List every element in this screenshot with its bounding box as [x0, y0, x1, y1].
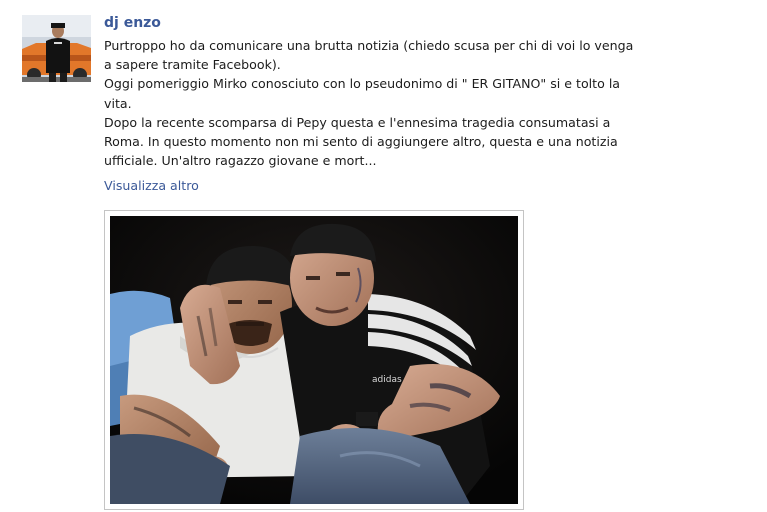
- message-line: Dopo la recente scomparsa di Pepy questa…: [104, 114, 611, 130]
- post-content: dj enzo Purtroppo ho da comunicare una b…: [104, 14, 664, 194]
- author-avatar[interactable]: [22, 15, 91, 82]
- avatar-image: [22, 15, 91, 82]
- message-line: vita.: [104, 95, 132, 111]
- jacket-logo-text: adidas: [372, 375, 402, 385]
- message-line: Purtroppo ho da comunicare una brutta no…: [104, 38, 634, 53]
- post-message: Purtroppo ho da comunicare una brutta no…: [104, 36, 664, 170]
- message-line: Roma. In questo momento non mi sento di …: [104, 134, 618, 150]
- post-photo-link[interactable]: adidas: [104, 210, 524, 510]
- post-photo: adidas: [110, 216, 518, 504]
- message-line: ufficiale. Un'altro ragazzo giovane e mo…: [104, 153, 377, 169]
- photo-image: adidas: [110, 216, 518, 504]
- message-line: a sapere tramite Facebook).: [104, 57, 281, 73]
- see-more-link[interactable]: Visualizza altro: [104, 177, 199, 194]
- message-line: Oggi pomeriggio Mirko conosciuto con lo …: [104, 76, 621, 92]
- author-name-link[interactable]: dj enzo: [104, 14, 664, 32]
- facebook-post: dj enzo Purtroppo ho da comunicare una b…: [0, 0, 767, 512]
